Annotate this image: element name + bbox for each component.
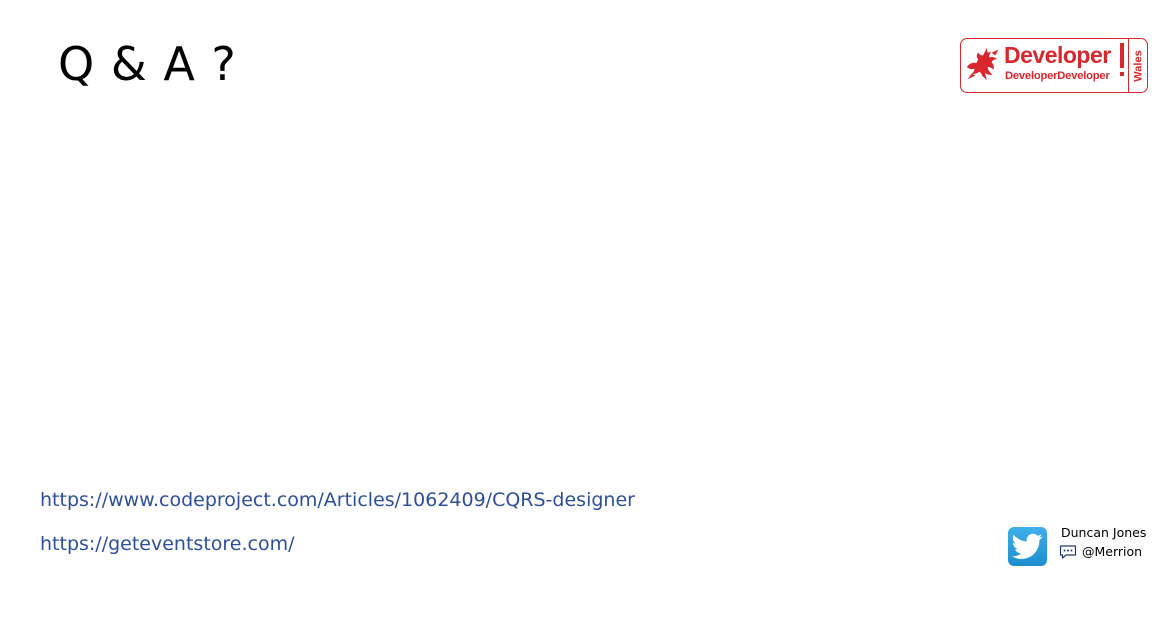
author-handle[interactable]: @Merrion: [1082, 544, 1142, 560]
speech-bubble-icon: [1059, 545, 1077, 559]
logo-exclamation-dot: [1120, 72, 1124, 76]
author-name: Duncan Jones: [1061, 525, 1147, 540]
page-title: Q & A ?: [58, 37, 237, 91]
logo-brand-main: Developer: [1004, 42, 1111, 68]
welsh-dragon-icon: [966, 47, 999, 81]
logo-region: Wales: [1131, 39, 1146, 92]
link-geteventstore[interactable]: https://geteventstore.com/: [40, 531, 295, 557]
logo-region-label: Wales: [1132, 49, 1145, 82]
twitter-badge[interactable]: [1008, 527, 1047, 566]
event-logo: Developer DeveloperDeveloper Wales: [960, 38, 1148, 93]
slide: Q & A ? Developer DeveloperDeveloper Wal…: [0, 0, 1171, 632]
logo-exclamation-bar: [1120, 43, 1124, 68]
logo-brand-sub: DeveloperDeveloper: [1005, 70, 1110, 82]
twitter-bird-icon: [1012, 533, 1043, 559]
link-codeproject-article[interactable]: https://www.codeproject.com/Articles/106…: [40, 487, 635, 513]
logo-divider: [1128, 39, 1129, 92]
